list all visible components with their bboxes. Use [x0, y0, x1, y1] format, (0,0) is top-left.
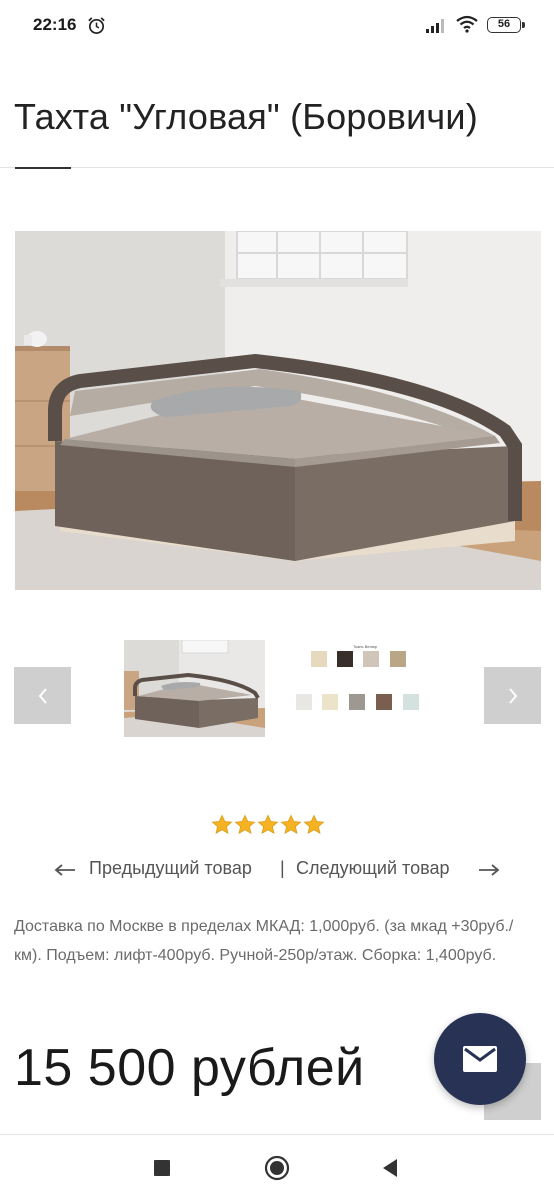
previous-product-link[interactable]: Предыдущий товар — [89, 858, 252, 879]
arrow-left-icon — [54, 864, 75, 876]
title-accent-line — [15, 167, 71, 169]
gallery-next-button[interactable] — [484, 667, 541, 724]
fabric-swatches-image — [296, 651, 419, 710]
home-icon[interactable] — [264, 1155, 290, 1181]
gallery-prev-button[interactable] — [14, 667, 71, 724]
back-icon[interactable] — [381, 1158, 399, 1178]
gallery-thumbnail-bed[interactable] — [124, 640, 265, 737]
product-navigation: Предыдущий товар | Следующий товар — [0, 855, 554, 885]
chevron-right-icon — [508, 687, 517, 704]
alarm-clock-icon — [88, 17, 105, 34]
next-product-link[interactable]: Следующий товар — [296, 858, 449, 879]
delivery-info: Доставка по Москве в пределах МКАД: 1,00… — [14, 918, 514, 964]
star-icon — [234, 814, 256, 834]
main-product-image[interactable] — [15, 231, 541, 590]
mail-icon — [463, 1046, 497, 1072]
star-icon — [211, 814, 233, 834]
recent-apps-icon[interactable] — [154, 1160, 170, 1176]
status-bar: 22:16 56 — [0, 0, 554, 52]
contact-mail-button[interactable] — [434, 1013, 526, 1105]
cellular-signal-icon — [426, 19, 444, 33]
page-title: Тахта "Угловая" (Боровичи) — [14, 96, 478, 137]
system-navigation-bar — [0, 1134, 554, 1200]
chevron-left-icon — [38, 687, 47, 704]
rating-stars — [211, 814, 325, 838]
battery-tip — [522, 22, 525, 28]
nav-separator: | — [280, 858, 285, 878]
title-divider — [0, 167, 554, 168]
star-icon — [280, 814, 302, 834]
bed-photo — [15, 231, 541, 590]
star-icon — [303, 814, 325, 834]
battery-indicator: 56 — [487, 17, 521, 33]
arrow-right-icon — [479, 864, 500, 876]
status-time: 22:16 — [33, 15, 77, 34]
swatch-card-title: Ткань Велюр — [352, 644, 378, 649]
gallery-thumbnail-fabric-swatches[interactable]: Ткань Велюр — [292, 640, 433, 737]
bed-thumbnail-image — [124, 640, 265, 737]
wifi-icon — [456, 15, 478, 33]
star-icon — [257, 814, 279, 834]
product-price: 15 500 рублей — [14, 1039, 365, 1097]
